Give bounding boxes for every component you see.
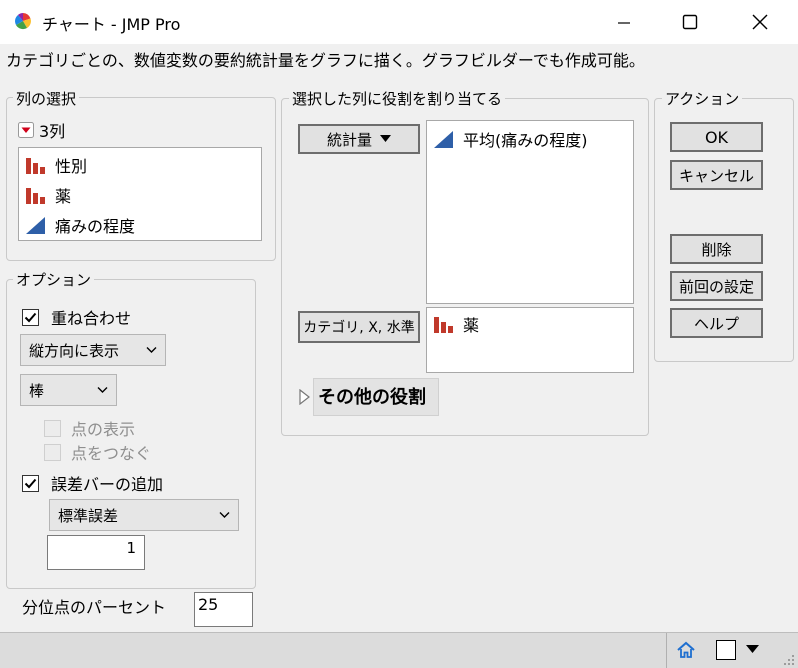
column-count-row[interactable]: 3列	[18, 118, 65, 142]
orientation-value: 縦方向に表示	[29, 341, 120, 360]
select-columns-legend: 列の選択	[13, 88, 80, 109]
minimize-icon	[618, 22, 630, 24]
categories-button[interactable]: カテゴリ, X, 水準	[298, 311, 420, 343]
column-label: 薬	[55, 187, 72, 206]
remove-button[interactable]: 削除	[670, 234, 763, 264]
recall-button[interactable]: 前回の設定	[670, 271, 763, 301]
overlay-option[interactable]: 重ね合わせ	[22, 305, 131, 329]
status-bar	[0, 632, 798, 668]
ok-button[interactable]: OK	[670, 122, 763, 152]
help-button[interactable]: ヘルプ	[670, 308, 763, 338]
categories-button-label: カテゴリ, X, 水準	[303, 320, 415, 336]
options-legend: オプション	[13, 269, 95, 290]
role-item[interactable]: 薬	[427, 309, 633, 339]
maximize-icon	[682, 14, 698, 30]
show-points-checkbox	[44, 419, 61, 437]
resize-grip-icon[interactable]	[782, 653, 796, 667]
jmp-app-icon	[15, 13, 31, 30]
title-bar: チャート - JMP Pro	[0, 0, 798, 44]
statistics-role-listbox[interactable]: 平均(痛みの程度)	[426, 120, 634, 304]
red-triangle-menu-icon[interactable]	[18, 122, 34, 138]
orientation-select[interactable]: 縦方向に表示	[20, 334, 166, 366]
quantile-label: 分位点のパーセント	[22, 598, 167, 617]
column-item[interactable]: 痛みの程度	[19, 210, 261, 240]
optional-roles-label: その他の役割	[313, 378, 439, 416]
status-divider	[666, 633, 667, 668]
statistics-button[interactable]: 統計量	[298, 124, 420, 154]
close-button[interactable]	[738, 6, 782, 38]
connect-points-label: 点をつなぐ	[71, 444, 152, 463]
categories-role-listbox[interactable]: 薬	[426, 307, 634, 373]
error-bars-checkbox[interactable]	[22, 474, 39, 492]
chevron-down-icon	[97, 387, 108, 393]
connect-points-checkbox	[44, 443, 61, 461]
cancel-button[interactable]: キャンセル	[670, 160, 763, 190]
error-multiplier-field[interactable]: 1	[47, 535, 145, 570]
column-listbox[interactable]: 性別 薬 痛みの程度	[18, 147, 262, 241]
maximize-button[interactable]	[668, 6, 712, 38]
disclosure-triangle-icon[interactable]	[298, 389, 310, 405]
nominal-bar-icon	[26, 158, 45, 174]
column-label: 性別	[55, 157, 88, 176]
column-item[interactable]: 性別	[19, 150, 261, 180]
chart-type-value: 棒	[29, 381, 45, 400]
role-item-label: 平均(痛みの程度)	[463, 131, 588, 150]
error-bars-option[interactable]: 誤差バーの追加	[22, 471, 163, 495]
column-count-label: 3列	[39, 122, 66, 141]
chart-type-select[interactable]: 棒	[20, 374, 117, 406]
chevron-down-icon	[219, 512, 230, 518]
role-item[interactable]: 平均(痛みの程度)	[427, 124, 633, 154]
home-icon[interactable]	[676, 641, 696, 659]
overlay-label: 重ね合わせ	[51, 309, 132, 328]
statistics-button-label: 統計量	[326, 130, 372, 149]
column-label: 痛みの程度	[55, 217, 136, 236]
window-title: チャート - JMP Pro	[42, 15, 181, 34]
show-points-option: 点の表示	[44, 416, 135, 440]
checkmark-icon	[24, 312, 37, 322]
nominal-bar-icon	[434, 317, 453, 333]
quantile-field[interactable]: 25	[194, 592, 253, 627]
continuous-triangle-icon	[434, 131, 453, 148]
error-bars-label: 誤差バーの追加	[51, 475, 164, 494]
overlay-checkbox[interactable]	[22, 308, 39, 326]
chevron-down-icon	[146, 347, 157, 353]
dropdown-arrow-icon[interactable]	[746, 645, 759, 654]
optional-roles-toggle[interactable]: その他の役割	[298, 378, 439, 416]
nominal-bar-icon	[26, 188, 45, 204]
error-type-select[interactable]: 標準誤差	[49, 499, 239, 531]
action-legend: アクション	[662, 88, 743, 109]
connect-points-option: 点をつなぐ	[44, 440, 151, 464]
close-icon	[752, 14, 768, 30]
platform-description: カテゴリごとの、数値変数の要約統計量をグラフに描く。グラフビルダーでも作成可能。	[6, 51, 645, 70]
checkmark-icon	[24, 478, 37, 488]
minimize-button[interactable]	[602, 6, 646, 38]
role-item-label: 薬	[463, 316, 480, 335]
continuous-triangle-icon	[26, 217, 45, 234]
cast-roles-legend: 選択した列に役割を割り当てる	[289, 88, 506, 109]
column-item[interactable]: 薬	[19, 180, 261, 210]
window-list-icon[interactable]	[716, 640, 736, 660]
error-type-value: 標準誤差	[58, 506, 119, 525]
show-points-label: 点の表示	[71, 420, 136, 439]
dropdown-arrow-icon	[380, 135, 391, 142]
